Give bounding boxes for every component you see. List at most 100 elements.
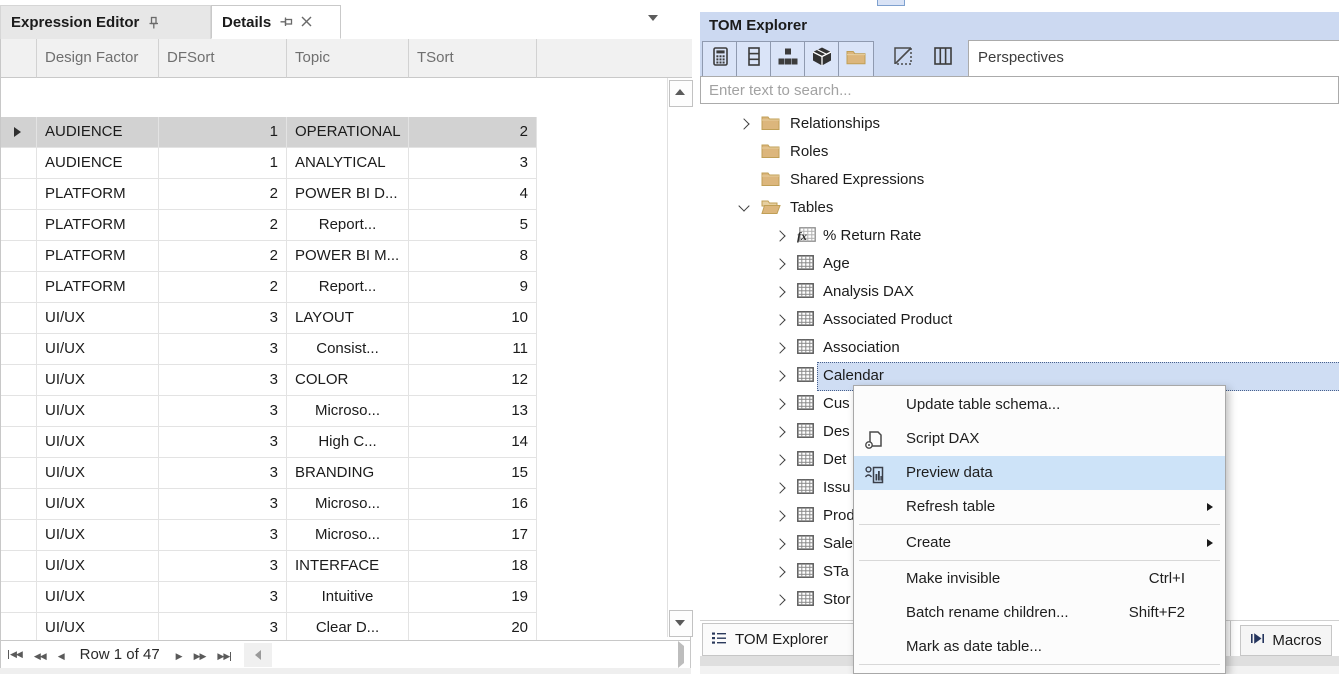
table-row[interactable]: AUDIENCE1OPERATIONAL2 xyxy=(1,117,668,148)
chevron-right-icon[interactable] xyxy=(774,314,785,325)
tree-item-association[interactable]: Association xyxy=(700,334,1339,362)
table-row[interactable]: UI/UX3Microso...13 xyxy=(1,396,668,427)
chevron-right-icon[interactable] xyxy=(774,286,785,297)
cell-topic[interactable]: POWER BI M... xyxy=(287,241,409,272)
column-header-tsort[interactable]: TSort xyxy=(409,39,537,78)
cell-dfsort[interactable]: 2 xyxy=(159,241,287,272)
row-selector[interactable] xyxy=(1,148,37,179)
chevron-right-icon[interactable] xyxy=(774,398,785,409)
menu-item-create[interactable]: Create xyxy=(854,526,1225,560)
chevron-right-icon[interactable] xyxy=(774,566,785,577)
row-selector[interactable] xyxy=(1,396,37,427)
cell-topic[interactable]: Intuitive xyxy=(287,582,409,613)
cell-filler[interactable] xyxy=(537,427,668,458)
row-selector[interactable] xyxy=(1,427,37,458)
cell-filler[interactable] xyxy=(537,582,668,613)
table-row[interactable]: PLATFORM2Report...5 xyxy=(1,210,668,241)
cell-dfsort[interactable]: 2 xyxy=(159,210,287,241)
chevron-right-icon[interactable] xyxy=(774,426,785,437)
nav-last-button[interactable]: ▶▶ xyxy=(217,651,232,662)
hscroll-left-button[interactable] xyxy=(244,643,272,667)
cell-filler[interactable] xyxy=(537,334,668,365)
cell-tsort[interactable]: 17 xyxy=(409,520,537,551)
cell-tsort[interactable]: 11 xyxy=(409,334,537,365)
tree-item-relationships[interactable]: Relationships xyxy=(700,110,1339,138)
show-hidden-toggle[interactable] xyxy=(886,41,920,75)
row-selector[interactable] xyxy=(1,365,37,396)
cell-filler[interactable] xyxy=(537,117,668,148)
cell-topic[interactable]: BRANDING xyxy=(287,458,409,489)
cell-design-factor[interactable]: PLATFORM xyxy=(37,179,159,210)
row-selector[interactable] xyxy=(1,117,37,148)
row-selector[interactable] xyxy=(1,210,37,241)
scroll-down-button[interactable] xyxy=(669,610,693,637)
row-selector[interactable] xyxy=(1,520,37,551)
show-partitions-toggle[interactable] xyxy=(804,41,840,77)
cell-filler[interactable] xyxy=(537,551,668,582)
cell-dfsort[interactable]: 1 xyxy=(159,117,287,148)
cell-design-factor[interactable]: UI/UX xyxy=(37,489,159,520)
chevron-down-icon[interactable] xyxy=(738,200,749,211)
chevron-right-icon[interactable] xyxy=(774,538,785,549)
chevron-right-icon[interactable] xyxy=(774,482,785,493)
table-row[interactable]: UI/UX3Microso...17 xyxy=(1,520,668,551)
cell-design-factor[interactable]: PLATFORM xyxy=(37,272,159,303)
table-row[interactable]: UI/UX3Consist...11 xyxy=(1,334,668,365)
cell-dfsort[interactable]: 3 xyxy=(159,427,287,458)
cell-dfsort[interactable]: 3 xyxy=(159,396,287,427)
cell-dfsort[interactable]: 3 xyxy=(159,520,287,551)
tree-item-age[interactable]: Age xyxy=(700,250,1339,278)
cell-tsort[interactable]: 12 xyxy=(409,365,537,396)
chevron-right-icon[interactable] xyxy=(774,510,785,521)
chevron-right-icon[interactable] xyxy=(774,230,785,241)
table-row[interactable]: UI/UX3LAYOUT10 xyxy=(1,303,668,334)
menu-item-make-invisible[interactable]: Make invisibleCtrl+I xyxy=(854,562,1225,596)
cell-tsort[interactable]: 15 xyxy=(409,458,537,489)
nav-next-button[interactable]: ▶ xyxy=(176,651,182,662)
chevron-right-icon[interactable] xyxy=(774,370,785,381)
cell-design-factor[interactable]: PLATFORM xyxy=(37,241,159,272)
row-selector[interactable] xyxy=(1,272,37,303)
hscroll-right-button[interactable] xyxy=(678,646,684,664)
cell-dfsort[interactable]: 3 xyxy=(159,551,287,582)
table-row[interactable]: AUDIENCE1ANALYTICAL3 xyxy=(1,148,668,179)
table-row[interactable]: UI/UX3COLOR12 xyxy=(1,365,668,396)
cell-topic[interactable]: High C... xyxy=(287,427,409,458)
cell-filler[interactable] xyxy=(537,520,668,551)
row-selector[interactable] xyxy=(1,489,37,520)
row-selector[interactable] xyxy=(1,458,37,489)
table-row[interactable]: PLATFORM2POWER BI D...4 xyxy=(1,179,668,210)
row-selector[interactable] xyxy=(1,303,37,334)
cell-design-factor[interactable]: UI/UX xyxy=(37,365,159,396)
cell-filler[interactable] xyxy=(537,458,668,489)
perspectives-combo[interactable]: Perspectives xyxy=(968,40,1339,78)
cell-dfsort[interactable]: 3 xyxy=(159,458,287,489)
table-row[interactable]: PLATFORM2POWER BI M...8 xyxy=(1,241,668,272)
tree-item-analysis-dax[interactable]: Analysis DAX xyxy=(700,278,1339,306)
cell-filler[interactable] xyxy=(537,365,668,396)
table-row[interactable]: UI/UX3Microso...16 xyxy=(1,489,668,520)
column-header-design_factor[interactable]: Design Factor xyxy=(37,39,159,78)
cell-tsort[interactable]: 8 xyxy=(409,241,537,272)
menu-item-script-dax[interactable]: Script DAX xyxy=(854,422,1225,456)
cell-dfsort[interactable]: 1 xyxy=(159,148,287,179)
row-selector[interactable] xyxy=(1,179,37,210)
menu-item-preview-data[interactable]: Preview data xyxy=(854,456,1225,490)
nav-prev-button[interactable]: ◀ xyxy=(58,651,64,662)
row-selector[interactable] xyxy=(1,241,37,272)
menu-item-refresh-table[interactable]: Refresh table xyxy=(854,490,1225,524)
cell-filler[interactable] xyxy=(537,148,668,179)
cell-tsort[interactable]: 14 xyxy=(409,427,537,458)
cell-tsort[interactable]: 9 xyxy=(409,272,537,303)
table-row[interactable]: UI/UX3High C...14 xyxy=(1,427,668,458)
chevron-right-icon[interactable] xyxy=(774,454,785,465)
cell-tsort[interactable]: 19 xyxy=(409,582,537,613)
cell-tsort[interactable]: 13 xyxy=(409,396,537,427)
tree-item-roles[interactable]: Roles xyxy=(700,138,1339,166)
cell-dfsort[interactable]: 3 xyxy=(159,489,287,520)
cell-design-factor[interactable]: AUDIENCE xyxy=(37,148,159,179)
cell-dfsort[interactable]: 3 xyxy=(159,582,287,613)
cell-topic[interactable]: INTERFACE xyxy=(287,551,409,582)
tree-item-tables[interactable]: Tables xyxy=(700,194,1339,222)
cell-filler[interactable] xyxy=(537,241,668,272)
